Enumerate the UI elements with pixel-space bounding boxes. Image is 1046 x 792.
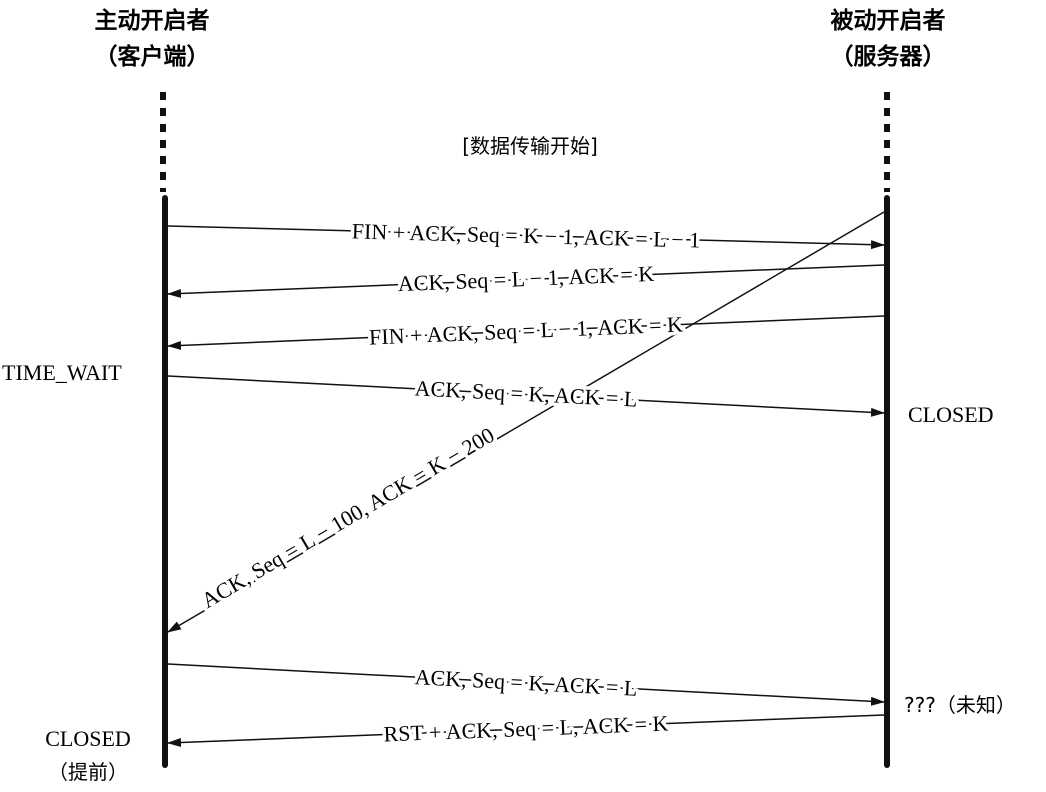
client-subtitle: （客户端） (95, 43, 210, 70)
tcp-close-sequence-diagram: 主动开启者 （客户端） 被动开启者 （服务器） [数据传输开始] FIN + A… (2, 7, 1016, 784)
label-ack-client-2: ACK, Seq = K, ACK = L (414, 664, 638, 701)
label-rst-ack: RST + ACK, Seq = L, ACK = K (383, 711, 669, 747)
client-title: 主动开启者 (95, 7, 210, 34)
state-client-closed-note: （提前） (48, 760, 128, 784)
data-transfer-banner: [数据传输开始] (462, 134, 598, 158)
state-unknown: ???（未知） (904, 693, 1016, 717)
state-server-closed: CLOSED (908, 402, 994, 427)
label-fin-ack-server: FIN + ACK, Seq = L − 1, ACK = K (369, 311, 684, 349)
label-delayed-ack: ACK, Seq = L − 100, ACK = K − 200 (197, 422, 498, 613)
label-fin-ack-client: FIN + ACK, Seq = K − 1, ACK = L − 1 (352, 218, 701, 252)
label-ack-server: ACK, Seq = L − 1, ACK = K (397, 261, 654, 296)
server-title: 被动开启者 (831, 7, 946, 34)
state-time-wait: TIME_WAIT (2, 360, 122, 385)
label-ack-client: ACK, Seq = K, ACK = L (414, 375, 638, 411)
server-subtitle: （服务器） (831, 43, 946, 70)
state-client-closed: CLOSED (45, 726, 131, 751)
